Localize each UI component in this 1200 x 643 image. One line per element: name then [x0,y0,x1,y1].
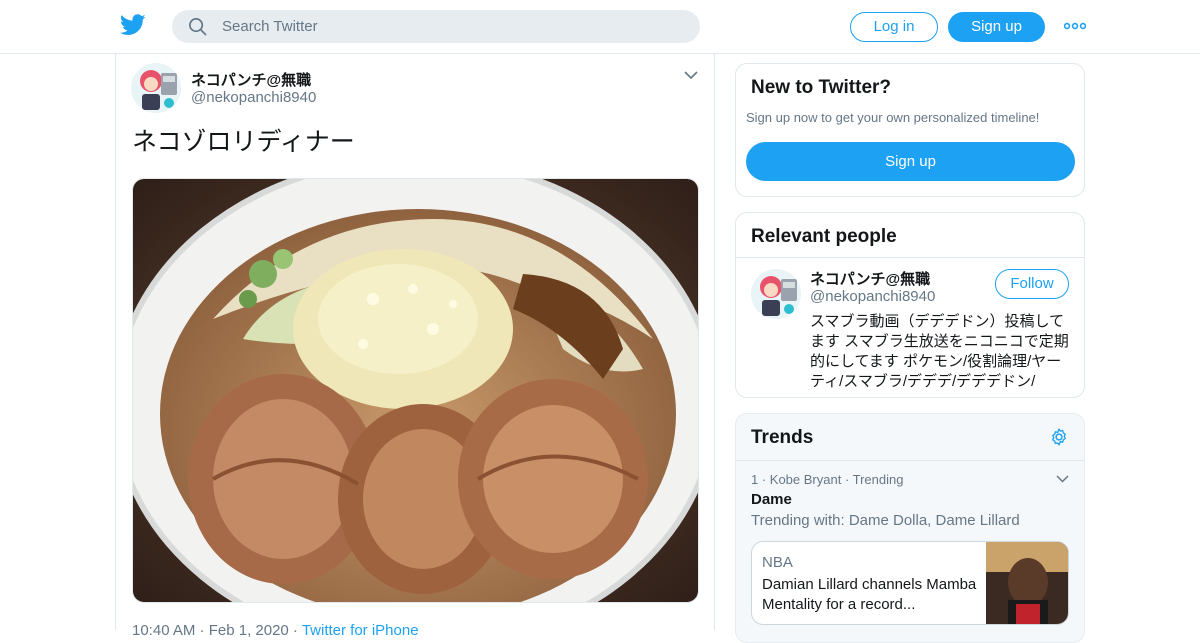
search-input[interactable] [222,10,682,43]
avatar[interactable] [131,63,181,113]
trends-card: Trends 1 · Kobe Bryant · Trending Dame T… [735,413,1085,643]
news-thumbnail-image [986,542,1068,624]
person-handle[interactable]: @nekopanchi8940 [810,288,935,305]
card-subtitle: Sign up now to get your own personalized… [746,110,1040,125]
twitter-bird-icon[interactable] [120,14,146,36]
avatar[interactable] [751,269,801,319]
tweet-meta: 10:40 AM · Feb 1, 2020 · Twitter for iPh… [132,622,419,639]
tweet-detail: ネコパンチ@無職 @nekopanchi8940 ネコゾロリディナー 10:40… [115,54,715,639]
search-icon [189,18,207,36]
top-navigation-bar: Log in Sign up [0,0,1200,54]
person-name[interactable]: ネコパンチ@無職 [810,268,930,289]
relevant-people-card: Relevant people ネコパンチ@無職 @nekopanchi8940… [735,212,1085,398]
sign-up-button[interactable]: Sign up [948,12,1045,42]
trend-name[interactable]: Dame [751,491,792,508]
chevron-down-icon[interactable] [684,70,698,80]
person-bio: スマブラ動画（デデデドン）投稿してます スマブラ生放送をニコニコで定期的にしてま… [810,313,1069,390]
news-headline: Damian Lillard channels Mamba Mentality … [762,576,977,613]
avatar-image [131,63,181,113]
gear-icon[interactable] [1049,427,1069,447]
tweet-text: ネコゾロリディナー [132,128,355,156]
new-to-twitter-card: New to Twitter? Sign up now to get your … [735,63,1085,197]
avatar-image [751,269,801,319]
trend-related: Trending with: Dame Dolla, Dame Lillard [751,512,1020,529]
more-dots-icon[interactable] [1064,22,1086,30]
trend-meta: 1 · Kobe Bryant · Trending [751,472,904,487]
tweet-photo[interactable] [132,178,699,603]
follow-button[interactable]: Follow [995,269,1069,299]
chevron-down-icon[interactable] [1056,474,1069,483]
ramen-bowl-photo [133,179,698,602]
divider [736,460,1084,461]
news-card[interactable]: NBA Damian Lillard channels Mamba Mental… [751,541,1069,625]
tweet-timestamp[interactable]: 10:40 AM · Feb 1, 2020 · [132,622,302,639]
card-title: New to Twitter? [751,77,892,98]
card-title: Relevant people [751,226,897,247]
search-bar[interactable] [172,10,700,43]
tweet-source-link[interactable]: Twitter for iPhone [302,622,419,639]
card-title: Trends [751,427,814,448]
sign-up-large-button[interactable]: Sign up [746,142,1075,181]
author-name[interactable]: ネコパンチ@無職 [191,69,311,90]
author-handle[interactable]: @nekopanchi8940 [191,89,316,106]
news-category: NBA [762,554,793,571]
divider [736,257,1084,258]
log-in-button[interactable]: Log in [850,12,938,42]
